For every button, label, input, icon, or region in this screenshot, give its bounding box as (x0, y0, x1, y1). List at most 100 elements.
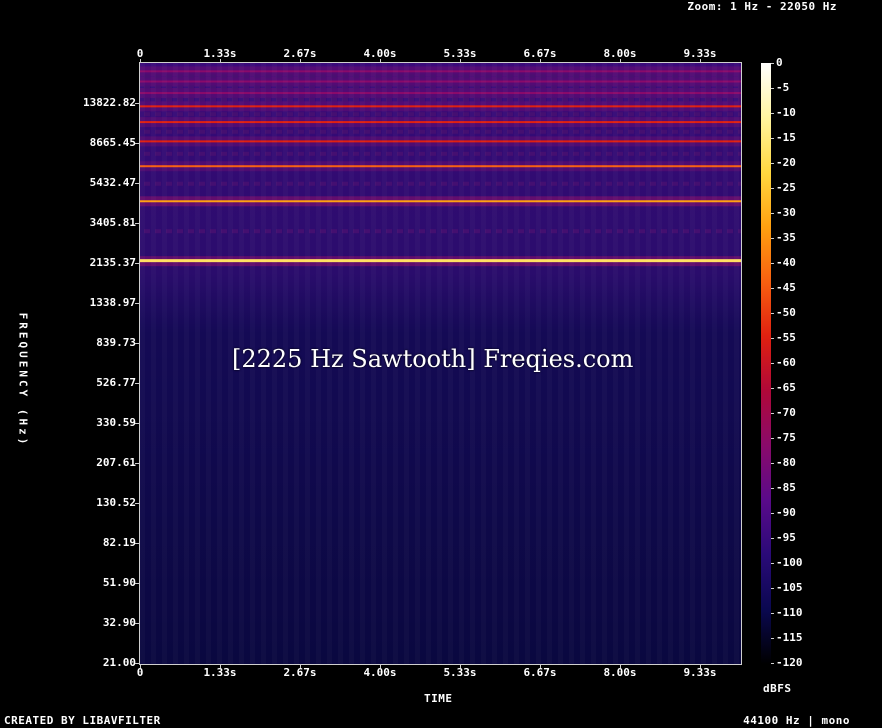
y-tick-label: 330.59 (96, 416, 136, 429)
x-tick-mark (300, 59, 301, 63)
y-tick-mark (135, 383, 139, 384)
colorbar-tick-mark (771, 213, 774, 214)
y-tick-label: 839.73 (96, 336, 136, 349)
y-tick-label: 21.00 (102, 656, 136, 669)
colorbar-tick-mark (771, 588, 774, 589)
x-tick-mark (620, 664, 621, 668)
y-tick-label: 82.19 (102, 536, 136, 549)
colorbar-tick-label: -40 (776, 256, 796, 269)
colorbar-tick-mark (771, 613, 774, 614)
credit-label: CREATED BY LIBAVFILTER (4, 714, 161, 727)
colorbar-tick-label: -120 (776, 656, 803, 669)
x-tick-mark (540, 59, 541, 63)
x-tick-mark (620, 59, 621, 63)
colorbar-tick-mark (771, 513, 774, 514)
y-tick-label: 2135.37 (89, 256, 136, 269)
colorbar-tick-label: -65 (776, 381, 796, 394)
colorbar-tick-label: -85 (776, 481, 796, 494)
colorbar-tick-mark (771, 263, 774, 264)
colorbar-tick-label: -100 (776, 556, 803, 569)
zoom-range-label: Zoom: 1 Hz - 22050 Hz (687, 0, 837, 13)
colorbar-tick-label: -15 (776, 131, 796, 144)
colorbar-tick-mark (771, 238, 774, 239)
audio-meta-label: 44100 Hz | mono (743, 714, 850, 727)
colorbar-tick-mark (771, 138, 774, 139)
colorbar-tick-label: -90 (776, 506, 796, 519)
colorbar-tick-mark (771, 188, 774, 189)
y-tick-mark (135, 263, 139, 264)
colorbar-tick-mark (771, 413, 774, 414)
colorbar-tick-mark (771, 538, 774, 539)
y-tick-mark (135, 183, 139, 184)
colorbar-tick-mark (771, 113, 774, 114)
colorbar-tick-label: -110 (776, 606, 803, 619)
colorbar-tick-mark (771, 338, 774, 339)
y-tick-mark (135, 663, 139, 664)
colorbar-tick-label: -70 (776, 406, 796, 419)
y-tick-mark (135, 543, 139, 544)
colorbar-tick-mark (771, 463, 774, 464)
colorbar-tick-mark (771, 63, 774, 64)
y-tick-mark (135, 503, 139, 504)
colorbar-tick-label: -80 (776, 456, 796, 469)
y-tick-label: 130.52 (96, 496, 136, 509)
colorbar-tick-label: -50 (776, 306, 796, 319)
x-tick-mark (140, 59, 141, 63)
y-tick-label: 13822.82 (83, 96, 136, 109)
colorbar-tick-mark (771, 363, 774, 364)
colorbar-tick-label: -115 (776, 631, 803, 644)
colorbar-unit-label: dBFS (763, 682, 792, 695)
y-tick-mark (135, 583, 139, 584)
y-tick-label: 32.90 (102, 616, 136, 629)
watermark-title: [2225 Hz Sawtooth] Freqies.com (232, 345, 634, 373)
x-tick-mark (700, 59, 701, 63)
y-tick-mark (135, 303, 139, 304)
y-tick-mark (135, 103, 139, 104)
y-tick-mark (135, 343, 139, 344)
y-tick-mark (135, 623, 139, 624)
colorbar-tick-label: -95 (776, 531, 796, 544)
y-tick-label: 51.90 (102, 576, 136, 589)
y-tick-label: 3405.81 (89, 216, 136, 229)
colorbar-tick-mark (771, 288, 774, 289)
x-tick-mark (380, 59, 381, 63)
y-tick-label: 1338.97 (89, 296, 136, 309)
colorbar-tick-mark (771, 663, 774, 664)
y-axis-title: FREQUENCY (Hz) (16, 312, 30, 448)
colorbar-tick-mark (771, 163, 774, 164)
colorbar-tick-label: -5 (776, 81, 790, 94)
colorbar-tick-label: -60 (776, 356, 796, 369)
x-tick-mark (540, 664, 541, 668)
colorbar-tick-label: -35 (776, 231, 796, 244)
x-tick-mark (300, 664, 301, 668)
colorbar-tick-mark (771, 438, 774, 439)
y-tick-label: 5432.47 (89, 176, 136, 189)
colorbar-tick-label: -25 (776, 181, 796, 194)
colorbar-tick-mark (771, 488, 774, 489)
colorbar-tick-label: -105 (776, 581, 803, 594)
colorbar-tick-label: 0 (776, 56, 783, 69)
x-tick-mark (700, 664, 701, 668)
y-tick-mark (135, 463, 139, 464)
x-tick-mark (380, 664, 381, 668)
x-tick-mark (460, 664, 461, 668)
y-tick-mark (135, 223, 139, 224)
colorbar-tick-label: -10 (776, 106, 796, 119)
y-tick-mark (135, 143, 139, 144)
colorbar-tick-label: -55 (776, 331, 796, 344)
colorbar-tick-label: -30 (776, 206, 796, 219)
colorbar-tick-mark (771, 638, 774, 639)
colorbar-tick-label: -20 (776, 156, 796, 169)
y-tick-label: 8665.45 (89, 136, 136, 149)
x-tick-mark (220, 59, 221, 63)
colorbar-tick-mark (771, 313, 774, 314)
colorbar-tick-label: -75 (776, 431, 796, 444)
colorbar-tick-mark (771, 388, 774, 389)
colorbar (761, 63, 771, 664)
colorbar-tick-mark (771, 88, 774, 89)
x-tick-mark (220, 664, 221, 668)
x-tick-mark (140, 664, 141, 668)
x-tick-mark (460, 59, 461, 63)
y-tick-label: 526.77 (96, 376, 136, 389)
y-tick-label: 207.61 (96, 456, 136, 469)
